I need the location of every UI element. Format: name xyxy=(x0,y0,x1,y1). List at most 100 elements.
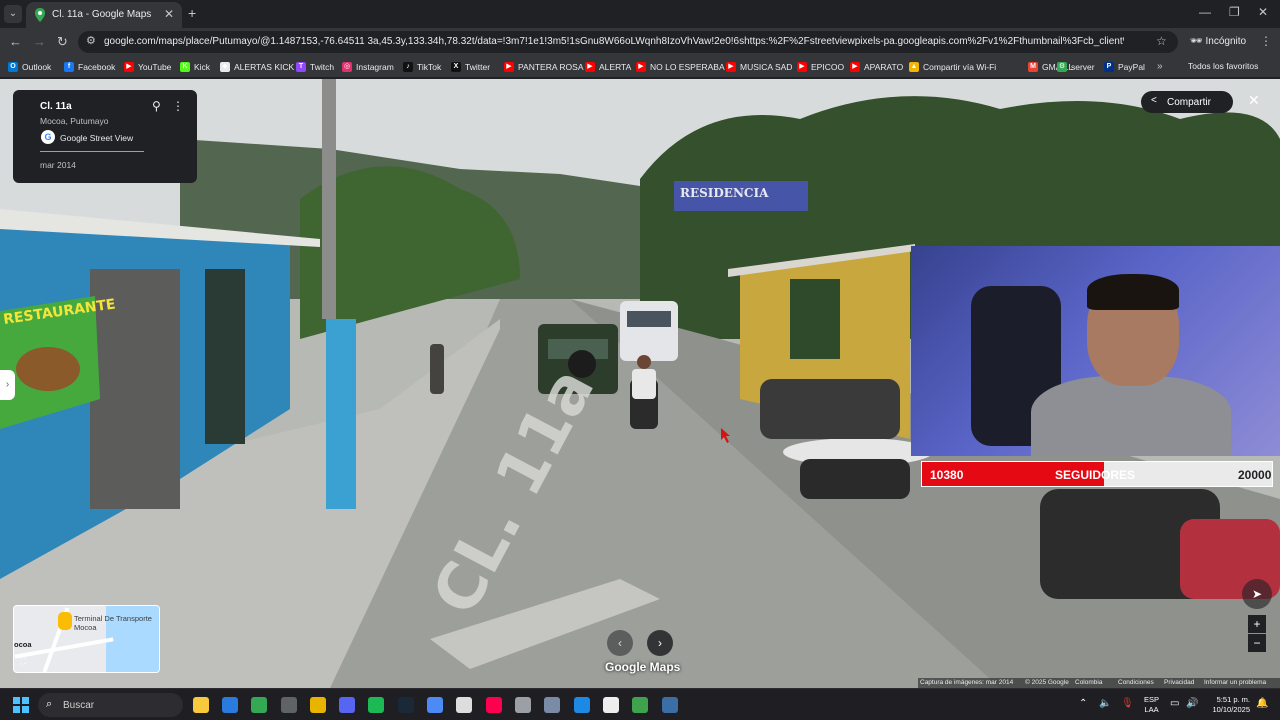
spotify-icon[interactable] xyxy=(368,697,384,713)
app-yellow-icon[interactable] xyxy=(310,697,326,713)
microphone-icon[interactable]: 🎙 xyxy=(1121,698,1134,709)
chrome-icon[interactable] xyxy=(251,697,267,713)
bookmark-star-icon[interactable]: ☆ xyxy=(1156,34,1167,48)
zoom-in-button[interactable]: + xyxy=(1248,615,1266,633)
minimize-icon[interactable]: — xyxy=(1199,5,1211,19)
bookmark-item[interactable]: ▶ PANTERA ROSA xyxy=(504,61,584,73)
volume-icon[interactable]: 🔊 xyxy=(1186,698,1198,709)
next-arrow-button[interactable]: › xyxy=(647,630,673,656)
tab-title: Cl. 11a - Google Maps xyxy=(52,9,152,20)
bookmark-favicon-icon: ▶ xyxy=(585,62,595,72)
bookmark-item[interactable]: ⚙ server xyxy=(1057,61,1095,73)
app-blue2-icon[interactable] xyxy=(574,697,590,713)
back-icon[interactable]: ← xyxy=(9,34,22,49)
restore-icon[interactable]: ❐ xyxy=(1229,5,1240,19)
share-button[interactable]: < Compartir xyxy=(1141,91,1233,113)
terms-link[interactable]: Condiciones xyxy=(1118,679,1154,686)
bookmark-item[interactable]: ▶ NO LO ESPERABA xyxy=(636,61,725,73)
tab-strip: ⌄ Cl. 11a - Google Maps ✕ + — ❐ ✕ xyxy=(0,0,1280,28)
windows-taskbar: ⌕ Buscar ⌃ 🔈 🎙 ESP LAA ▭ 🔊 5:51 p. m. 10… xyxy=(0,688,1280,720)
compass-icon[interactable]: ➤ xyxy=(1242,579,1272,609)
notifications-icon[interactable]: 🔔 xyxy=(1256,698,1268,709)
browser-menu-icon[interactable]: ⋮ xyxy=(1260,34,1272,48)
country-link[interactable]: Colombia xyxy=(1075,679,1102,686)
more-options-icon[interactable]: ⋮ xyxy=(172,99,184,113)
bookmark-favicon-icon: ▲ xyxy=(909,62,919,72)
security-icon[interactable] xyxy=(515,697,531,713)
privacy-link[interactable]: Privacidad xyxy=(1164,679,1194,686)
address-bar[interactable]: ⚙ google.com/maps/place/Putumayo/@1.1487… xyxy=(78,31,1178,53)
taskbar-search[interactable]: ⌕ Buscar xyxy=(38,693,183,717)
tab-close-icon[interactable]: ✕ xyxy=(164,7,174,21)
tiktok-icon[interactable] xyxy=(486,697,502,713)
bookmark-item[interactable]: ▶ ALERTA xyxy=(585,61,631,73)
previous-arrow-button[interactable]: ‹ xyxy=(607,630,633,656)
url-text[interactable]: google.com/maps/place/Putumayo/@1.148715… xyxy=(104,36,1124,47)
speaker-icon[interactable]: 🔈 xyxy=(1099,698,1111,709)
follower-goal-bar: 10380 SEGUIDORES 20000 xyxy=(921,461,1273,487)
reload-icon[interactable]: ↻ xyxy=(57,34,68,50)
copyright: © 2025 Google xyxy=(1025,679,1069,686)
bookmark-item[interactable]: ▶ YouTube xyxy=(124,61,171,73)
bookmark-item[interactable]: ♪ TikTok xyxy=(403,61,441,73)
notepad-icon[interactable] xyxy=(456,697,472,713)
bookmark-item[interactable]: X Twitter xyxy=(451,61,490,73)
bookmark-label: NO LO ESPERABA xyxy=(650,62,725,72)
zoom-out-button[interactable]: − xyxy=(1248,634,1266,652)
settings-icon[interactable] xyxy=(544,697,560,713)
system-clock[interactable]: 5:51 p. m. 10/10/2025 xyxy=(1206,695,1250,715)
new-tab-button[interactable]: + xyxy=(188,5,196,21)
bookmark-item[interactable]: ▶ APARATO xyxy=(850,61,903,73)
minecraft-icon[interactable] xyxy=(632,697,648,713)
store-icon[interactable] xyxy=(222,697,238,713)
all-bookmarks-button[interactable]: Todos los favoritos xyxy=(1188,61,1258,71)
street-view-info-card: Cl. 11a Mocoa, Putumayo ⚲ ⋮ G Google Str… xyxy=(13,90,197,183)
bookmark-favicon-icon: K xyxy=(180,62,190,72)
chrome-alt-icon[interactable] xyxy=(281,697,297,713)
bookmark-item[interactable]: ▶ EPICOO xyxy=(797,61,844,73)
bookmark-item[interactable]: ◎ Instagram xyxy=(342,61,394,73)
bookmark-item[interactable]: T Twitch xyxy=(296,61,334,73)
steam-icon[interactable] xyxy=(398,697,414,713)
minimap[interactable]: Terminal De Transporte Mocoa ocoa ⛶ xyxy=(13,605,160,673)
bookmark-item[interactable]: ▶ MUSICA SAD xyxy=(726,61,792,73)
street-name: Cl. 11a xyxy=(40,101,72,112)
discord-icon[interactable] xyxy=(339,697,355,713)
bookmark-item[interactable]: ◆ ALERTAS KICK xyxy=(220,61,294,73)
language-code: ESP xyxy=(1144,695,1160,704)
expand-side-panel-button[interactable]: › xyxy=(0,370,15,400)
app-blue-icon[interactable] xyxy=(427,697,443,713)
forward-icon[interactable]: → xyxy=(33,34,46,49)
bookmark-favicon-icon: ▶ xyxy=(797,62,807,72)
streamer-shirt xyxy=(1031,376,1231,456)
followers-goal: 20000 xyxy=(1238,468,1272,482)
bookmark-item[interactable]: ▲ Compartir vía Wi-Fi xyxy=(909,61,996,73)
street-view-source-label: Google Street View xyxy=(60,133,134,143)
expand-map-icon[interactable]: ⛶ xyxy=(20,656,26,667)
location-pin-icon[interactable]: ⚲ xyxy=(152,99,161,113)
tab-search-button[interactable]: ⌄ xyxy=(4,5,22,23)
place-name: Mocoa, Putumayo xyxy=(40,116,109,126)
language-indicator[interactable]: ESP LAA xyxy=(1144,695,1159,715)
bookmark-item[interactable]: f Facebook xyxy=(64,61,115,73)
bookmark-item[interactable]: K Kick xyxy=(180,61,210,73)
bookmark-label: TikTok xyxy=(417,62,442,72)
bookmark-item[interactable]: P PayPal xyxy=(1104,61,1145,73)
google-logo-icon: G xyxy=(41,130,55,144)
close-window-icon[interactable]: ✕ xyxy=(1258,5,1268,19)
site-info-icon[interactable]: ⚙ xyxy=(86,34,96,47)
tray-expand-icon[interactable]: ⌃ xyxy=(1079,698,1087,709)
capture-date[interactable]: mar 2014 xyxy=(40,160,76,170)
incognito-label[interactable]: 🕶 Incógnito xyxy=(1190,36,1246,47)
more-bookmarks-icon[interactable]: » xyxy=(1157,61,1163,72)
windows-start-icon[interactable] xyxy=(13,697,29,713)
bookmark-item[interactable]: O Outlook xyxy=(8,61,51,73)
tab-google-maps[interactable]: Cl. 11a - Google Maps ✕ xyxy=(26,2,182,28)
network-icon[interactable]: ▭ xyxy=(1170,698,1179,709)
calculator-icon[interactable] xyxy=(662,697,678,713)
close-street-view-icon[interactable]: ✕ xyxy=(1248,92,1260,109)
capcut-icon[interactable] xyxy=(603,697,619,713)
file-explorer-icon[interactable] xyxy=(193,697,209,713)
report-problem-link[interactable]: Informar un problema xyxy=(1204,679,1266,686)
pegman-icon[interactable] xyxy=(58,612,72,630)
